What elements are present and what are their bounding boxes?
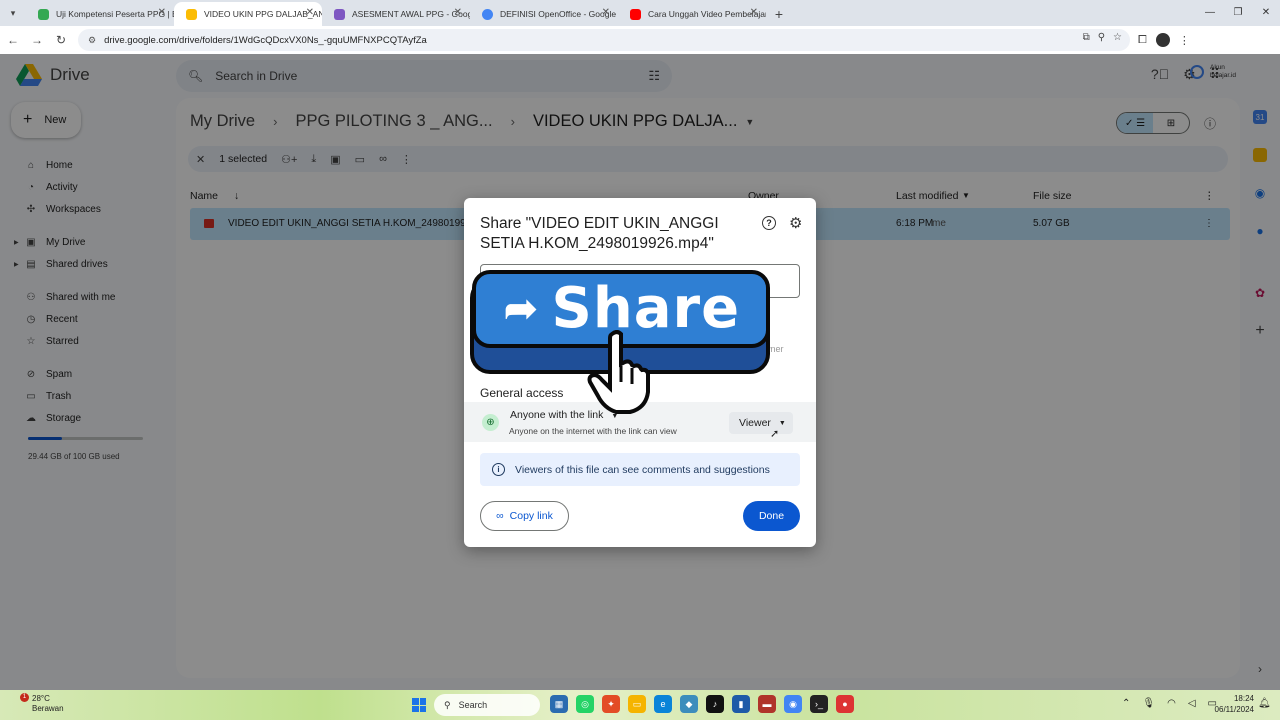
volume-icon[interactable]: ◁ [1188,698,1196,709]
system-tray: ⌃ 🎙︎ ◠ ◁ ▭ [1122,698,1217,709]
chevron-down-icon: ▼ [778,419,786,427]
url-text: drive.google.com/drive/folders/1WdGcQDcx… [104,34,427,46]
tab-label: DEFINISI OpenOffice - Google [500,9,617,19]
mouse-cursor-icon: ➚ [770,428,780,440]
install-app-icon[interactable]: ⧉ [1083,32,1090,43]
done-label: Done [758,510,785,522]
browser-tab[interactable]: DEFINISI OpenOffice - Google ✕ [470,2,618,26]
info-icon: i [492,463,505,476]
tab-search-chevron-icon[interactable]: ▾ [0,0,26,26]
app-icon[interactable]: ✦ [602,695,620,713]
role-label: Viewer [739,417,771,429]
tab-label: Uji Kompetensi Peserta PPG | Bi [56,9,174,19]
globe-icon: ⊕ [482,414,499,431]
file-explorer-icon[interactable]: ▭ [628,695,646,713]
site-info-icon[interactable]: ⚙ [88,35,96,46]
windows-taskbar: 1 28°C Berawan ⚲ Search ▦ ◎ ✦ ▭ e ◆ ♪ ▮ … [0,690,1280,720]
notification-bell-icon[interactable]: 🔔︎ [1258,698,1271,709]
access-description: Anyone on the internet with the link can… [509,426,677,436]
close-window-icon[interactable]: ✕ [1252,0,1280,24]
clock-time: 18:24 [1233,694,1254,703]
profile-icon[interactable] [1155,33,1170,47]
address-bar: ← → ↻ ⚙ drive.google.com/drive/folders/1… [0,26,1280,54]
tab-label: VIDEO UKIN PPG DALJAB_ANGGI [204,9,322,19]
edge-icon[interactable]: e [654,695,672,713]
whatsapp-icon[interactable]: ◎ [576,695,594,713]
copy-link-label: Copy link [509,510,553,522]
pointing-hand-icon [587,330,650,414]
taskbar-search[interactable]: ⚲ Search [434,694,540,716]
info-text: Viewers of this file can see comments an… [515,463,770,476]
browser-tab-active[interactable]: VIDEO UKIN PPG DALJAB_ANGGI ✕ [174,2,322,26]
browser-menu-icon[interactable]: ⋮ [1179,34,1190,47]
sticker-word: Share [551,276,741,341]
wifi-icon[interactable]: ◠ [1167,698,1176,709]
terminal-icon[interactable]: ›_ [810,695,828,713]
app-icon[interactable]: ● [836,695,854,713]
info-banner: i Viewers of this file can see comments … [480,453,800,486]
tab-label: Cara Unggah Video Pembelajar [648,9,766,19]
close-tab-icon[interactable]: ✕ [158,7,166,18]
clock-date: 06/11/2024 [1214,705,1254,714]
role-dropdown[interactable]: Viewer ▼ [729,412,793,434]
zoom-icon[interactable]: ⚲ [1098,32,1105,43]
extensions-icon[interactable]: ⧠ [1138,34,1147,47]
chevron-up-icon[interactable]: ⌃ [1122,698,1130,709]
copy-link-button[interactable]: ∞ Copy link [480,501,569,531]
reload-icon[interactable]: ↻ [50,29,72,51]
tab-favicon-icon [186,9,197,20]
tab-label: ASESMENT AWAL PPG - Google [352,9,470,19]
help-icon[interactable]: ? [762,216,776,230]
general-access-label: General access [480,386,564,400]
app-icon[interactable]: ◆ [680,695,698,713]
url-field[interactable]: ⚙ drive.google.com/drive/folders/1WdGcQD… [78,29,1130,51]
chrome-icon[interactable]: ◉ [784,695,802,713]
browser-tab-strip: ▾ Uji Kompetensi Peserta PPG | Bi ✕ VIDE… [0,0,1280,26]
tab-favicon-icon [334,9,345,20]
temperature: 28°C [32,694,50,703]
new-tab-button[interactable]: + [766,2,792,26]
tiktok-icon[interactable]: ♪ [706,695,724,713]
close-tab-icon[interactable]: ✕ [602,7,610,18]
close-tab-icon[interactable]: ✕ [306,7,314,18]
back-icon[interactable]: ← [2,29,24,51]
dialog-title: Share "VIDEO EDIT UKIN_ANGGI SETIA H.KOM… [480,215,719,252]
bookmark-star-icon[interactable]: ☆ [1113,32,1122,43]
link-icon: ∞ [496,510,504,522]
microphone-icon[interactable]: 🎙︎ [1142,698,1155,709]
browser-tab[interactable]: ASESMENT AWAL PPG - Google ✕ [322,2,470,26]
browser-tab[interactable]: Uji Kompetensi Peserta PPG | Bi ✕ [26,2,174,26]
taskbar-apps: ▦ ◎ ✦ ▭ e ◆ ♪ ▮ ▬ ◉ ›_ ● [550,695,854,713]
tab-favicon-icon [630,9,641,20]
notification-badge: 1 [20,693,29,702]
share-arrow-icon: ➦ [504,287,538,331]
done-button[interactable]: Done [743,501,800,531]
forward-icon[interactable]: → [26,29,48,51]
task-view-icon[interactable]: ▦ [550,695,568,713]
chevron-down-icon: ▼ [611,413,619,420]
app-icon[interactable]: ▬ [758,695,776,713]
close-tab-icon[interactable]: ✕ [454,7,462,18]
weather-widget[interactable]: 1 28°C Berawan [16,693,64,714]
clock[interactable]: 18:24 06/11/2024 [1210,693,1254,715]
tab-favicon-icon [38,9,49,20]
settings-gear-icon[interactable]: ⚙ [789,214,802,232]
browser-tab[interactable]: Cara Unggah Video Pembelajar ✕ [618,2,766,26]
tab-favicon-icon [482,9,493,20]
search-icon: ⚲ [444,699,451,710]
minimize-icon[interactable]: — [1196,0,1224,24]
close-tab-icon[interactable]: ✕ [750,7,758,18]
maximize-icon[interactable]: ❐ [1224,0,1252,24]
taskbar-search-label: Search [458,700,488,710]
app-icon[interactable]: ▮ [732,695,750,713]
weather-condition: Berawan [32,704,64,713]
windows-start-icon[interactable] [412,698,426,712]
